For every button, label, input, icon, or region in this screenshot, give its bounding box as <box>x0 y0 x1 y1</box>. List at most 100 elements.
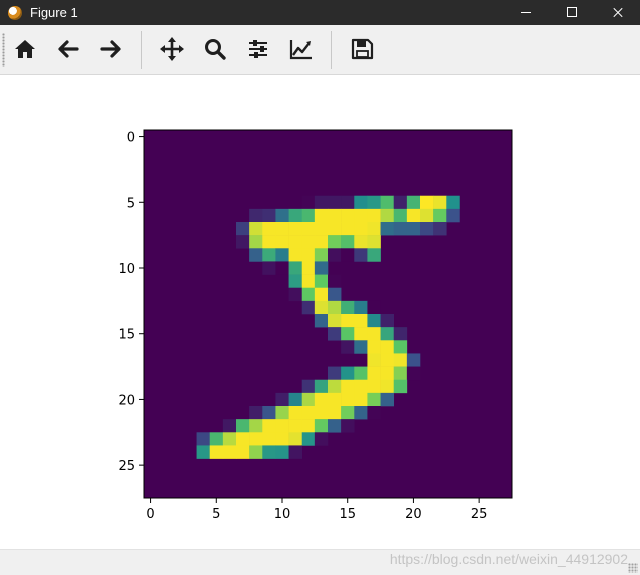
heatmap-cell <box>275 445 289 459</box>
heatmap-cell <box>380 353 395 367</box>
heatmap-cell <box>380 208 395 223</box>
x-tick-label: 25 <box>471 507 488 522</box>
y-tick-label: 0 <box>127 131 135 146</box>
status-bar: https://blog.csdn.net/weixin_44912902 <box>0 549 640 575</box>
maximize-icon[interactable] <box>548 0 594 25</box>
back-button[interactable] <box>53 34 83 64</box>
heatmap-cell <box>262 222 276 236</box>
heatmap-cell <box>249 208 263 223</box>
pan-button[interactable] <box>157 34 187 64</box>
heatmap-cell <box>367 222 381 236</box>
forward-button[interactable] <box>96 34 126 64</box>
heatmap-cell <box>433 222 447 236</box>
configure-subplots-button[interactable] <box>243 34 273 64</box>
heatmap-cell <box>328 248 342 262</box>
heatmap-cell <box>354 195 368 210</box>
heatmap-cell <box>301 248 316 262</box>
x-tick-label: 20 <box>405 507 422 522</box>
heatmap-cell <box>275 235 289 249</box>
heatmap-cell <box>301 261 316 275</box>
heatmap-cell <box>222 432 237 446</box>
heatmap-cell <box>328 195 342 210</box>
heatmap-cell <box>301 392 316 407</box>
heatmap-cell <box>367 300 381 315</box>
heatmap-cell <box>433 195 447 210</box>
heatmap-cell <box>222 445 237 459</box>
heatmap-cell <box>406 208 421 223</box>
heatmap-cell <box>354 300 368 315</box>
sliders-icon <box>249 40 267 58</box>
heatmap-cell <box>249 445 263 459</box>
heatmap-cell <box>288 419 303 433</box>
heatmap-cell <box>301 406 316 420</box>
heatmap-cell <box>262 235 276 249</box>
save-button[interactable] <box>347 34 377 64</box>
heatmap-cell <box>328 208 342 223</box>
close-icon[interactable] <box>594 0 640 25</box>
heatmap-cell <box>314 195 329 210</box>
heatmap-cell <box>367 327 381 341</box>
toolbar-separator <box>141 31 142 69</box>
heatmap-cell <box>288 235 303 249</box>
heatmap-cell <box>275 419 289 433</box>
heatmap-cell <box>367 379 381 394</box>
heatmap-cell <box>249 432 263 446</box>
heatmap-cell <box>288 222 303 236</box>
heatmap-cell <box>367 195 381 210</box>
title-bar: Figure 1 <box>0 0 640 25</box>
heatmap-cell <box>367 314 381 328</box>
heatmap-cell <box>341 366 355 381</box>
heatmap-cell <box>236 222 250 236</box>
heatmap-cell <box>354 314 368 328</box>
home-button[interactable] <box>10 34 40 64</box>
heatmap-cell <box>314 287 329 302</box>
heatmap-cell <box>341 340 355 354</box>
heatmap-cell <box>262 208 276 223</box>
heatmap-cell <box>236 432 250 446</box>
heatmap-cell <box>301 195 316 210</box>
heatmap-cell <box>341 379 355 394</box>
heatmap-cell <box>275 406 289 420</box>
home-icon <box>15 40 35 58</box>
heatmap-cell <box>393 353 408 367</box>
figure-canvas[interactable]: 0 5 10 15 20 25 0 5 10 15 20 25 <box>0 75 640 549</box>
heatmap-cell <box>249 222 263 236</box>
heatmap-cell <box>236 419 250 433</box>
heatmap-cell <box>406 366 421 381</box>
heatmap-cell <box>354 235 368 249</box>
minimize-icon[interactable] <box>502 0 548 25</box>
x-tick-label: 5 <box>212 507 220 522</box>
heatmap-cell <box>288 445 303 459</box>
toolbar-grip[interactable] <box>2 33 5 67</box>
heatmap-cell <box>249 406 263 420</box>
heatmap-cell <box>380 195 395 210</box>
heatmap-cell <box>328 327 342 341</box>
magnifier-icon <box>205 39 226 60</box>
heatmap-cell <box>314 222 329 236</box>
heatmap-cell <box>341 314 355 328</box>
heatmap-cell <box>301 222 316 236</box>
heatmap-cell <box>288 406 303 420</box>
heatmap-cell <box>209 432 224 446</box>
heatmap-cell <box>196 445 211 459</box>
heatmap-cell <box>341 300 355 315</box>
heatmap-cell <box>301 432 316 446</box>
heatmap-cell <box>314 379 329 394</box>
heatmap-cell <box>341 222 355 236</box>
heatmap-cell <box>275 208 289 223</box>
heatmap-cell <box>433 208 447 223</box>
heatmap-cell <box>262 432 276 446</box>
edit-axes-button[interactable] <box>286 34 316 64</box>
heatmap-cell <box>393 340 408 354</box>
y-tick-label: 15 <box>118 328 135 343</box>
resize-grip[interactable] <box>628 563 638 573</box>
heatmap-cell <box>236 445 250 459</box>
heatmap-cell <box>446 195 460 210</box>
zoom-button[interactable] <box>200 34 230 64</box>
heatmap-cell <box>420 208 434 223</box>
heatmap-cell <box>314 235 329 249</box>
heatmap-cell <box>341 195 355 210</box>
heatmap-cell <box>420 195 434 210</box>
heatmap-cell <box>196 432 211 446</box>
heatmap-cell <box>354 248 368 262</box>
